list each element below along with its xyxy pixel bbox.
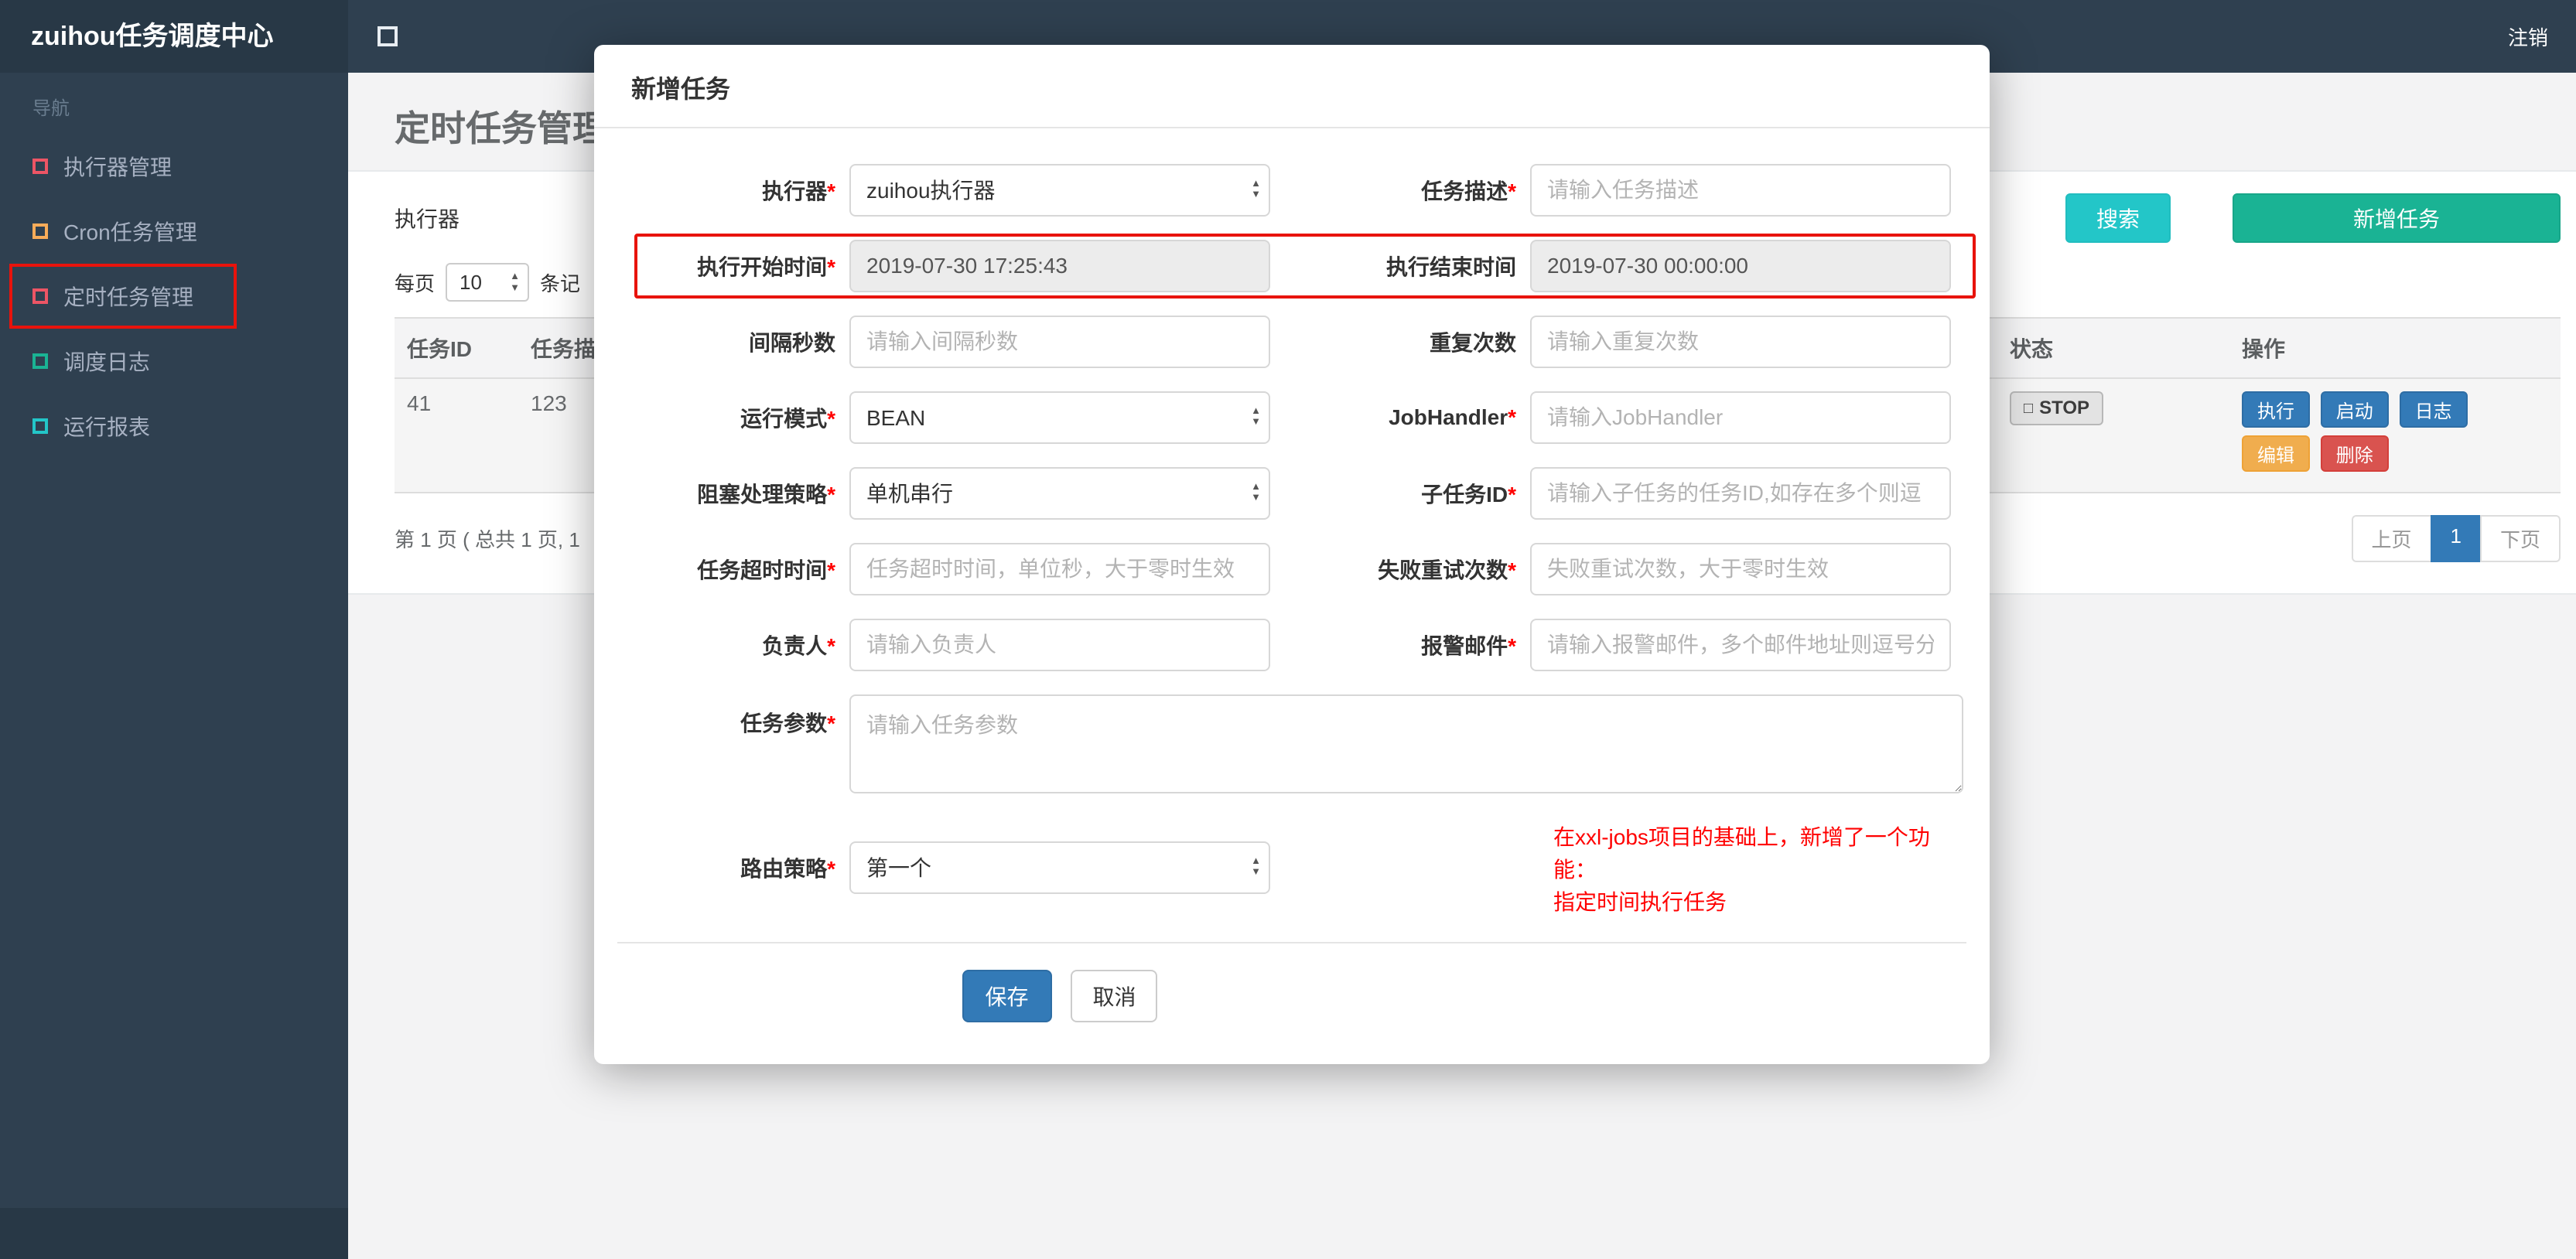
job-params-textarea[interactable] xyxy=(849,694,1963,793)
retry-count-input[interactable] xyxy=(1530,543,1951,595)
square-icon xyxy=(32,223,48,239)
square-icon xyxy=(32,159,48,174)
col-header-action: 操作 xyxy=(2229,317,2561,379)
form-row-route: 路由策略* 第一个 在xxl-jobs项目的基础上，新增了一个功能： 指定时间执… xyxy=(617,817,1966,919)
next-page-button[interactable]: 下页 xyxy=(2479,515,2561,562)
sidebar-item-label: Cron任务管理 xyxy=(63,220,197,244)
form-row: 负责人* 报警邮件* xyxy=(617,619,1966,671)
form-row: 任务超时时间* 失败重试次数* xyxy=(617,543,1966,595)
nav-section-label: 导航 xyxy=(32,98,70,119)
sidebar-item-executor-manage[interactable]: 执行器管理 xyxy=(0,134,348,199)
start-time-input[interactable] xyxy=(849,240,1270,292)
sidebar-item-dispatch-log[interactable]: 调度日志 xyxy=(0,329,348,394)
modal-body: 执行器* zuihou执行器 任务描述* 执行开始时间* 执行 xyxy=(594,128,1990,919)
per-page-suffix-label: 条记 xyxy=(540,271,581,295)
cell-job-id: 41 xyxy=(395,378,518,493)
repeat-count-label: 重复次数 xyxy=(1429,331,1516,355)
stop-icon: □ xyxy=(2024,399,2034,417)
executor-select[interactable]: zuihou执行器 xyxy=(849,164,1270,217)
prev-page-button[interactable]: 上页 xyxy=(2351,515,2432,562)
route-note-line1: 在xxl-jobs项目的基础上，新增了一个功能： xyxy=(1553,825,1930,882)
sidebar-item-label: 调度日志 xyxy=(63,350,151,374)
search-button[interactable]: 搜索 xyxy=(2065,193,2171,243)
sidebar-item-cron-jobs[interactable]: Cron任务管理 xyxy=(0,199,348,264)
add-job-button[interactable]: 新增任务 xyxy=(2233,193,2561,243)
square-icon xyxy=(32,353,48,369)
child-jobid-input[interactable] xyxy=(1530,467,1951,520)
retry-count-label: 失败重试次数* xyxy=(1378,558,1516,582)
interval-label: 间隔秒数 xyxy=(748,331,835,355)
modal-footer: 保存 取消 xyxy=(617,942,1966,1064)
per-page-select[interactable]: 10 xyxy=(446,263,530,302)
delete-button[interactable]: 删除 xyxy=(2320,435,2389,472)
pagination: 上页 1 下页 xyxy=(2351,515,2561,562)
add-job-modal: 新增任务 执行器* zuihou执行器 任务描述* 执行开始时间* xyxy=(594,45,1990,1064)
timeout-input[interactable] xyxy=(849,543,1270,595)
logout-link[interactable]: 注销 xyxy=(2508,22,2548,51)
form-row: 执行器* zuihou执行器 任务描述* xyxy=(617,164,1966,217)
block-strategy-select[interactable]: 单机串行 xyxy=(849,467,1270,520)
status-text: STOP xyxy=(2039,397,2090,418)
job-params-label: 任务参数* xyxy=(740,711,835,735)
execute-button[interactable]: 执行 xyxy=(2242,391,2310,428)
alarm-email-label: 报警邮件* xyxy=(1421,634,1516,658)
sidebar-footer xyxy=(0,1208,348,1259)
sidebar-item-label: 运行报表 xyxy=(63,415,151,439)
job-desc-input[interactable] xyxy=(1530,164,1951,217)
alarm-email-input[interactable] xyxy=(1530,619,1951,671)
edit-button[interactable]: 编辑 xyxy=(2242,435,2310,472)
run-mode-label: 运行模式* xyxy=(740,407,835,431)
cell-actions: 执行 启动 日志 编辑 删除 xyxy=(2229,378,2561,493)
brand-title[interactable]: zuihou任务调度中心 xyxy=(0,0,348,73)
form-row: 运行模式* BEAN JobHandler* xyxy=(617,391,1966,444)
form-row: 间隔秒数 重复次数 xyxy=(617,316,1966,368)
timeout-label: 任务超时时间* xyxy=(697,558,835,582)
route-strategy-select[interactable]: 第一个 xyxy=(849,841,1270,894)
run-mode-select[interactable]: BEAN xyxy=(849,391,1270,444)
form-row: 阻塞处理策略* 单机串行 子任务ID* xyxy=(617,467,1966,520)
owner-label: 负责人* xyxy=(762,634,835,658)
owner-input[interactable] xyxy=(849,619,1270,671)
sidebar-item-scheduled-jobs[interactable]: 定时任务管理 xyxy=(0,264,348,329)
executor-label: 执行器* xyxy=(762,179,835,203)
job-desc-label: 任务描述* xyxy=(1421,179,1516,203)
per-page-select-wrap: 10 xyxy=(446,263,530,302)
sidebar-item-label: 定时任务管理 xyxy=(63,285,194,309)
pagination-summary: 第 1 页 ( 总共 1 页, 1 xyxy=(395,528,580,551)
route-note-line2: 指定时间执行任务 xyxy=(1553,890,1727,914)
square-icon xyxy=(32,418,48,434)
sidebar-minimize-icon[interactable] xyxy=(378,26,398,46)
route-note: 在xxl-jobs项目的基础上，新增了一个功能： 指定时间执行任务 xyxy=(1553,821,1966,919)
app-root: zuihou任务调度中心 注销 导航 执行器管理 Cron任务管理 定时任务管理… xyxy=(0,0,2576,1259)
end-time-input[interactable] xyxy=(1530,240,1951,292)
child-jobid-label: 子任务ID* xyxy=(1421,483,1516,507)
executor-filter-label: 执行器 xyxy=(395,207,460,231)
repeat-count-input[interactable] xyxy=(1530,316,1951,368)
cell-status: □ STOP xyxy=(1997,378,2229,493)
interval-input[interactable] xyxy=(849,316,1270,368)
square-icon xyxy=(32,288,48,304)
per-page-prefix-label: 每页 xyxy=(395,271,436,295)
log-button[interactable]: 日志 xyxy=(2399,391,2468,428)
start-button[interactable]: 启动 xyxy=(2320,391,2389,428)
form-row-params: 任务参数* xyxy=(617,694,1966,793)
col-header-status: 状态 xyxy=(1997,317,2229,379)
sidebar: 导航 执行器管理 Cron任务管理 定时任务管理 调度日志 运行报表 xyxy=(0,73,348,1259)
end-time-label: 执行结束时间 xyxy=(1385,255,1516,279)
route-strategy-label: 路由策略* xyxy=(740,857,835,881)
cancel-button[interactable]: 取消 xyxy=(1071,970,1158,1022)
block-strategy-label: 阻塞处理策略* xyxy=(697,483,835,507)
save-button[interactable]: 保存 xyxy=(962,970,1052,1022)
jobhandler-input[interactable] xyxy=(1530,391,1951,444)
form-row-exec-time: 执行开始时间* 执行结束时间 xyxy=(617,234,1976,299)
modal-title: 新增任务 xyxy=(594,45,1990,128)
col-header-job-id: 任务ID xyxy=(395,317,518,379)
sidebar-item-label: 执行器管理 xyxy=(63,155,173,179)
start-time-label: 执行开始时间* xyxy=(697,255,835,279)
sidebar-item-run-report[interactable]: 运行报表 xyxy=(0,394,348,459)
page-1-button[interactable]: 1 xyxy=(2430,515,2482,562)
status-badge: □ STOP xyxy=(2010,391,2104,425)
jobhandler-label: JobHandler* xyxy=(1389,405,1516,429)
